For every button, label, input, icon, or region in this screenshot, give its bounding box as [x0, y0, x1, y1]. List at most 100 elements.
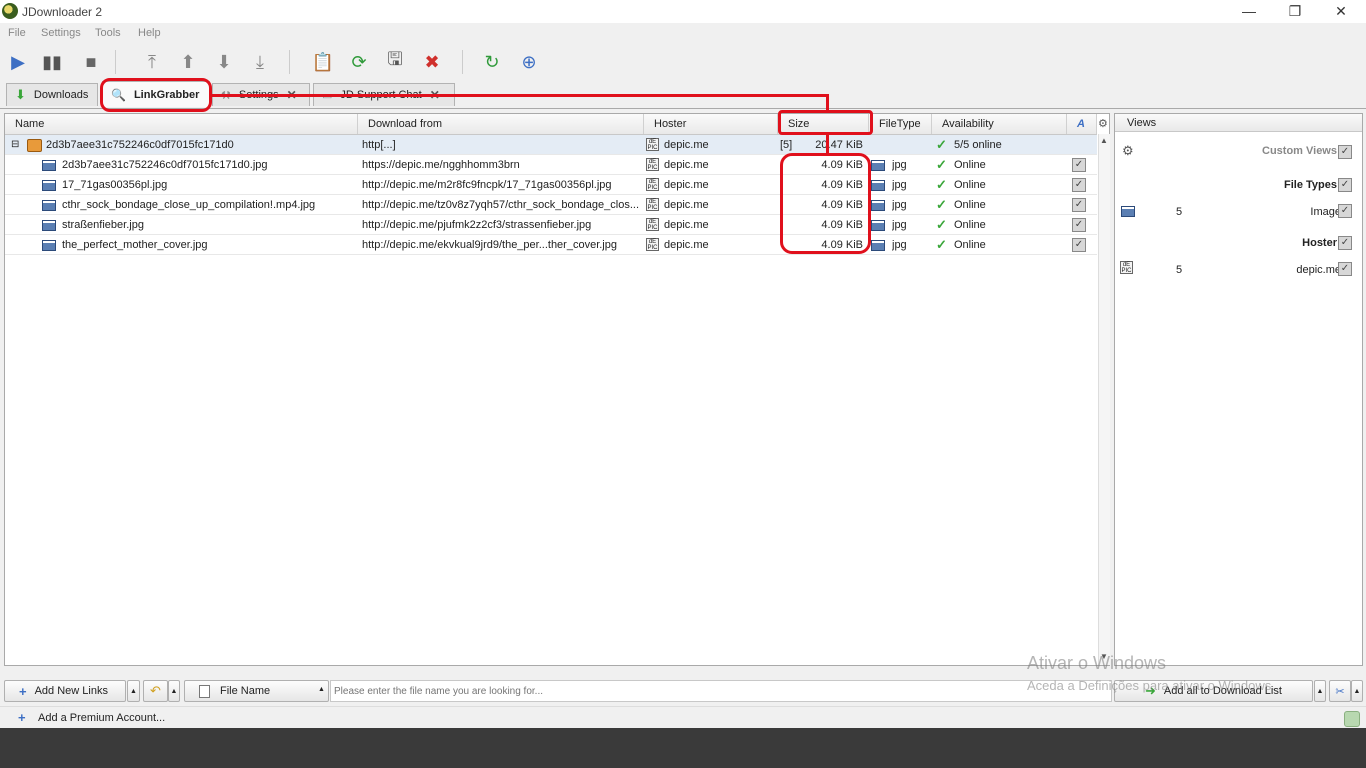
- add-new-links-label: Add New Links: [34, 685, 108, 697]
- document-icon: [199, 684, 210, 698]
- row-name: straßenfieber.jpg: [62, 219, 144, 231]
- row-filetype: jpg: [892, 159, 907, 171]
- column-availability[interactable]: Availability: [932, 114, 1067, 134]
- scroll-up-icon[interactable]: ▲: [1100, 136, 1108, 145]
- add-new-links-button[interactable]: + Add New Links: [4, 680, 126, 702]
- menu-settings[interactable]: Settings: [41, 27, 81, 39]
- online-check-icon: ✓: [936, 177, 947, 192]
- table-row[interactable]: 2d3b7aee31c752246c0df7015fc171d0.jpg htt…: [5, 155, 1097, 175]
- tools-icon[interactable]: ✂: [1329, 680, 1351, 702]
- search-field-selector[interactable]: File Name ▲: [184, 680, 329, 702]
- download-arrow-icon: ⬇: [15, 87, 26, 102]
- package-row[interactable]: ⊟ 2d3b7aee31c752246c0df7015fc171d0 http[…: [5, 135, 1097, 155]
- premium-toggle-icon[interactable]: 🖫: [383, 49, 407, 74]
- row-filetype: jpg: [892, 239, 907, 251]
- hoster-name-label: depic.me: [1296, 264, 1341, 276]
- row-name: the_perfect_mother_cover.jpg: [62, 239, 208, 251]
- undo-dropdown-button[interactable]: ▲: [168, 680, 180, 702]
- custom-views-checkbox[interactable]: ✓: [1338, 145, 1352, 159]
- close-window-button[interactable]: ✕: [1318, 0, 1364, 23]
- table-row[interactable]: the_perfect_mother_cover.jpg http://depi…: [5, 235, 1097, 255]
- move-up-icon[interactable]: ⬆: [176, 50, 200, 74]
- move-to-top-icon[interactable]: ⤒: [140, 50, 164, 74]
- undo-icon[interactable]: ↶: [143, 680, 168, 702]
- image-type-icon: [1121, 206, 1135, 217]
- linkgrabber-table: Name Download from Hoster Size FileType …: [4, 113, 1110, 666]
- add-links-dropdown-button[interactable]: ▲: [127, 680, 140, 702]
- gear-icon[interactable]: ⚙: [1122, 143, 1134, 159]
- row-enabled-checkbox[interactable]: ✓: [1072, 218, 1086, 232]
- title-bar: JDownloader 2 — ❐ ✕: [0, 0, 1366, 23]
- add-premium-account-link[interactable]: Add a Premium Account...: [38, 712, 165, 724]
- column-hoster[interactable]: Hoster: [644, 114, 778, 134]
- views-panel: Views ⚙ Custom Views ✓ File Types ✓ 5 Im…: [1114, 113, 1363, 666]
- row-enabled-checkbox[interactable]: ✓: [1072, 198, 1086, 212]
- update-icon[interactable]: ↻: [480, 50, 504, 74]
- table-row[interactable]: cthr_sock_bondage_close_up_compilation!.…: [5, 195, 1097, 215]
- image-type-checkbox[interactable]: ✓: [1338, 204, 1352, 218]
- row-name: 2d3b7aee31c752246c0df7015fc171d0.jpg: [62, 159, 268, 171]
- hoster-count: 5: [1176, 264, 1183, 276]
- package-folder-icon: [27, 139, 42, 152]
- package-name: 2d3b7aee31c752246c0df7015fc171d0: [46, 139, 234, 151]
- column-download-from[interactable]: Download from: [358, 114, 644, 134]
- menu-file[interactable]: File: [8, 27, 26, 39]
- column-name[interactable]: Name: [5, 114, 358, 134]
- online-check-icon: ✓: [936, 157, 947, 172]
- row-hoster: depic.me: [664, 219, 709, 231]
- window-title: JDownloader 2: [22, 5, 103, 19]
- reconnect-status-icon[interactable]: [1344, 711, 1360, 727]
- menu-help[interactable]: Help: [138, 27, 161, 39]
- menu-tools[interactable]: Tools: [95, 27, 121, 39]
- reconnect-icon[interactable]: ⟳: [347, 50, 371, 74]
- file-types-checkbox[interactable]: ✓: [1338, 178, 1352, 192]
- search-input[interactable]: [330, 680, 1112, 702]
- row-name: cthr_sock_bondage_close_up_compilation!.…: [62, 199, 316, 211]
- row-enabled-checkbox[interactable]: ✓: [1072, 158, 1086, 172]
- maximize-button[interactable]: ❐: [1272, 0, 1318, 23]
- hoster-depic-checkbox[interactable]: ✓: [1338, 262, 1352, 276]
- row-download-from: http://depic.me/pjufmk2z2cf3/strassenfie…: [362, 219, 592, 231]
- move-to-bottom-icon[interactable]: ⤓: [248, 50, 272, 74]
- online-check-icon: ✓: [936, 237, 947, 252]
- tab-downloads[interactable]: ⬇ Downloads: [6, 83, 98, 106]
- add-all-dropdown-button[interactable]: ▲: [1314, 680, 1326, 702]
- stop-downloads-icon[interactable]: ■: [79, 50, 103, 74]
- minimize-button[interactable]: —: [1226, 0, 1272, 23]
- clipboard-icon[interactable]: 📋: [311, 50, 335, 74]
- pause-downloads-icon[interactable]: ▮▮: [40, 50, 64, 74]
- row-enabled-checkbox[interactable]: ✓: [1072, 178, 1086, 192]
- activation-watermark-title: Ativar o Windows: [1027, 653, 1167, 673]
- table-row[interactable]: straßenfieber.jpg http://depic.me/pjufmk…: [5, 215, 1097, 235]
- row-hoster: depic.me: [664, 179, 709, 191]
- chevron-up-icon: ▲: [318, 686, 325, 693]
- move-down-icon[interactable]: ⬇: [212, 50, 236, 74]
- table-settings-gear-icon[interactable]: ⚙: [1098, 117, 1108, 130]
- image-type-label: Image: [1310, 206, 1341, 218]
- table-scrollbar[interactable]: ▲ ▼: [1098, 134, 1110, 665]
- column-filetype[interactable]: FileType: [869, 114, 932, 134]
- image-file-icon: [42, 240, 56, 251]
- image-file-icon: [871, 160, 885, 171]
- silent-mode-icon[interactable]: ✖: [420, 50, 444, 74]
- tools-dropdown-button[interactable]: ▲: [1351, 680, 1363, 702]
- hoster-checkbox[interactable]: ✓: [1338, 236, 1352, 250]
- table-row[interactable]: 17_71gas00356pl.jpg http://depic.me/m2r8…: [5, 175, 1097, 195]
- network-icon[interactable]: ⊕: [517, 50, 541, 74]
- hoster-label: Hoster: [1302, 237, 1337, 249]
- column-chooser-icon[interactable]: A: [1067, 114, 1097, 134]
- row-availability: Online: [954, 239, 986, 251]
- image-file-icon: [42, 160, 56, 171]
- row-enabled-checkbox[interactable]: ✓: [1072, 238, 1086, 252]
- image-file-icon: [871, 220, 885, 231]
- views-title: Views: [1115, 114, 1362, 132]
- package-download-from: http[...]: [362, 139, 396, 151]
- row-download-from: http://depic.me/m2r8fc9fncpk/17_71gas003…: [362, 179, 612, 191]
- plus-icon: +: [19, 683, 27, 699]
- row-availability: Online: [954, 219, 986, 231]
- jdownloader-logo-icon: [2, 3, 18, 19]
- row-filetype: jpg: [892, 199, 907, 211]
- collapse-toggle-icon[interactable]: ⊟: [11, 135, 19, 155]
- row-name: 17_71gas00356pl.jpg: [62, 179, 168, 191]
- start-downloads-icon[interactable]: ▶: [6, 50, 30, 74]
